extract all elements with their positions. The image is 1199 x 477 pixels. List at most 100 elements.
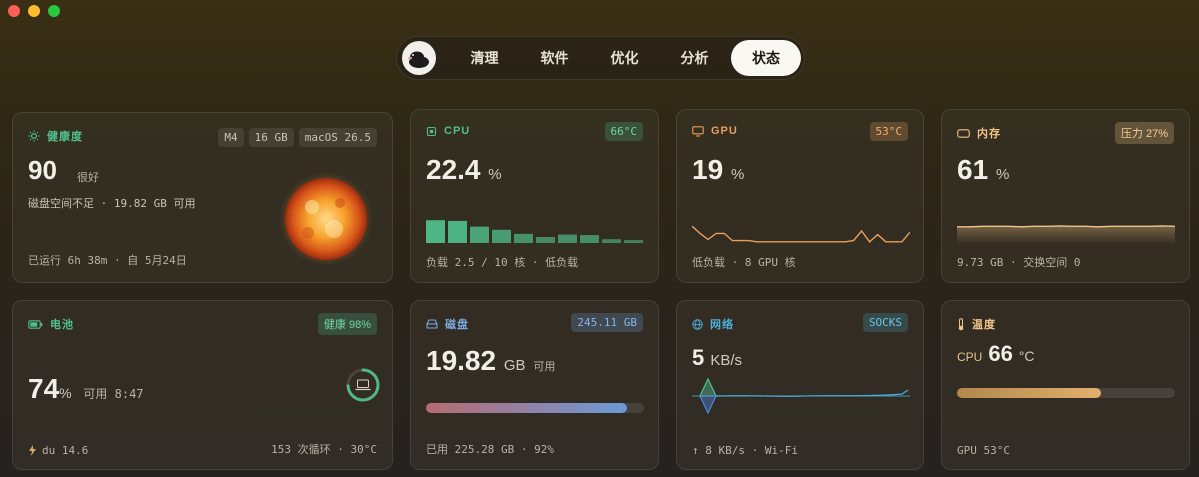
memory-card: 内存 压力 27% 61 % 9.73 GB · 交换空间 0 bbox=[941, 109, 1190, 283]
cpu-card: CPU 66°C 22.4 % 负载 2.5 / 10 核 · 低负载 bbox=[410, 109, 659, 283]
cpu-load-bar bbox=[558, 234, 577, 243]
gpu-title: GPU bbox=[711, 125, 738, 137]
health-score: 90 bbox=[28, 155, 57, 185]
temperature-value: 66 bbox=[988, 341, 1013, 366]
disk-header: 磁盘 bbox=[426, 316, 469, 332]
cpu-load-bar bbox=[448, 220, 467, 243]
cpu-load-bar bbox=[426, 220, 445, 243]
tab-apps[interactable]: 软件 bbox=[522, 40, 587, 76]
memory-footer: 9.73 GB · 交换空间 0 bbox=[957, 256, 1081, 269]
uptime-text: 已运行 6h 38m · 自 5月24日 bbox=[28, 254, 187, 267]
disk-footer: 已用 225.28 GB · 92% bbox=[426, 443, 554, 456]
cpu-load-bar bbox=[470, 226, 489, 243]
bolt-icon bbox=[29, 445, 36, 456]
chip-os: macOS 26.5 bbox=[298, 128, 377, 147]
temperature-track bbox=[957, 388, 1175, 398]
globe-icon bbox=[692, 318, 703, 330]
tab-clean[interactable]: 清理 bbox=[452, 40, 517, 76]
network-value-row: 5 KB/s bbox=[692, 345, 742, 371]
temperature-unit: °C bbox=[1018, 348, 1035, 364]
cpu-load-bar bbox=[536, 237, 555, 243]
memory-value: 61 bbox=[957, 154, 989, 185]
temperature-value-row: CPU 66 °C bbox=[957, 341, 1035, 367]
main-tab-bar: 清理 软件 优化 分析 状态 bbox=[396, 36, 805, 80]
gpu-value-row: 19 % bbox=[692, 154, 744, 186]
close-window-button[interactable] bbox=[8, 5, 20, 17]
network-card: 网络 SOCKS 5 KB/s ↑ 8 KB/s · Wi-Fi bbox=[676, 300, 924, 470]
battery-ring bbox=[346, 368, 380, 402]
gpu-history-line bbox=[692, 225, 910, 243]
sun-icon bbox=[28, 130, 40, 142]
tab-status[interactable]: 状态 bbox=[731, 40, 801, 76]
temperature-header: 温度 bbox=[957, 316, 996, 332]
memory-value-row: 61 % bbox=[957, 154, 1009, 186]
cpu-load-bar bbox=[580, 235, 599, 243]
cpu-load-bar bbox=[492, 229, 511, 243]
memory-unit: % bbox=[995, 166, 1010, 183]
memory-history-area bbox=[957, 225, 1175, 243]
battery-icon bbox=[28, 319, 43, 329]
mole-logo-icon bbox=[408, 51, 429, 68]
cpu-value-row: 22.4 % bbox=[426, 154, 502, 186]
network-value: 5 bbox=[692, 345, 705, 370]
cpu-header: CPU bbox=[426, 125, 470, 137]
tab-optimize[interactable]: 优化 bbox=[592, 40, 657, 76]
app-logo[interactable] bbox=[402, 41, 436, 75]
disk-value-row: 19.82 GB 可用 bbox=[426, 345, 555, 377]
system-spec-chips: M4 16 GB macOS 26.5 bbox=[218, 128, 377, 147]
temperature-card: 温度 CPU 66 °C GPU 53°C bbox=[941, 300, 1190, 470]
cpu-value: 22.4 bbox=[426, 154, 481, 185]
health-title: 健康度 bbox=[47, 131, 83, 143]
temperature-sensor-label: CPU bbox=[957, 350, 983, 364]
battery-source-row: du 14.6 bbox=[28, 444, 88, 457]
cpu-temp-badge: 66°C bbox=[604, 122, 643, 141]
gpu-unit: % bbox=[730, 166, 745, 183]
memory-history-chart bbox=[957, 225, 1175, 243]
monitor-icon bbox=[692, 125, 704, 137]
chip-icon bbox=[426, 126, 437, 136]
health-rating: 很好 bbox=[77, 172, 99, 184]
disk-usage-track bbox=[426, 403, 644, 413]
health-card: 健康度 M4 16 GB macOS 26.5 90 很好 磁盘空间不足 · 1… bbox=[12, 112, 393, 283]
health-header: 健康度 bbox=[28, 128, 83, 144]
zoom-window-button[interactable] bbox=[48, 5, 60, 17]
disk-unit-label: 可用 bbox=[533, 361, 556, 373]
memory-header: 内存 bbox=[957, 125, 1001, 141]
network-title: 网络 bbox=[710, 319, 734, 331]
cpu-load-bar bbox=[624, 240, 643, 243]
network-proxy-badge: SOCKS bbox=[862, 313, 908, 332]
temperature-title: 温度 bbox=[972, 319, 996, 331]
drive-icon bbox=[426, 319, 438, 329]
health-note: 磁盘空间不足 · 19.82 GB 可用 bbox=[28, 197, 196, 210]
health-sun-graphic bbox=[279, 172, 373, 266]
network-traffic-chart bbox=[692, 377, 910, 415]
laptop-icon bbox=[355, 379, 371, 391]
chip-model: M4 bbox=[218, 128, 244, 147]
minimize-window-button[interactable] bbox=[28, 5, 40, 17]
cpu-load-bar bbox=[602, 239, 621, 243]
battery-time-left: 可用 8:47 bbox=[83, 387, 144, 401]
cpu-load-bar bbox=[514, 233, 533, 243]
cpu-load-bars bbox=[426, 220, 643, 243]
disk-usage-fill bbox=[426, 403, 627, 413]
battery-source: du 14.6 bbox=[42, 444, 89, 457]
disk-value: 19.82 bbox=[426, 345, 497, 376]
tab-analyze[interactable]: 分析 bbox=[662, 40, 727, 76]
battery-title: 电池 bbox=[50, 319, 74, 331]
network-header: 网络 bbox=[692, 316, 734, 332]
cpu-unit: % bbox=[488, 166, 502, 183]
memory-title: 内存 bbox=[977, 128, 1001, 140]
battery-cycles: 153 次循环 · 30°C bbox=[271, 443, 377, 456]
gpu-footer: 低负载 · 8 GPU 核 bbox=[692, 256, 796, 269]
temperature-footer: GPU 53°C bbox=[957, 444, 1010, 457]
disk-title: 磁盘 bbox=[445, 319, 469, 331]
cpu-title: CPU bbox=[444, 125, 471, 137]
disk-unit: GB bbox=[503, 357, 526, 374]
thermometer-icon bbox=[958, 317, 964, 330]
memory-icon bbox=[957, 128, 970, 138]
disk-total-badge: 245.11 GB bbox=[571, 313, 643, 332]
network-unit: KB/s bbox=[710, 352, 743, 369]
gpu-temp-badge: 53°C bbox=[869, 122, 908, 141]
battery-card: 电池 健康 98% 74% 可用 8:47 du 14.6 153 次循环 · … bbox=[12, 300, 393, 470]
window-controls bbox=[8, 5, 60, 17]
